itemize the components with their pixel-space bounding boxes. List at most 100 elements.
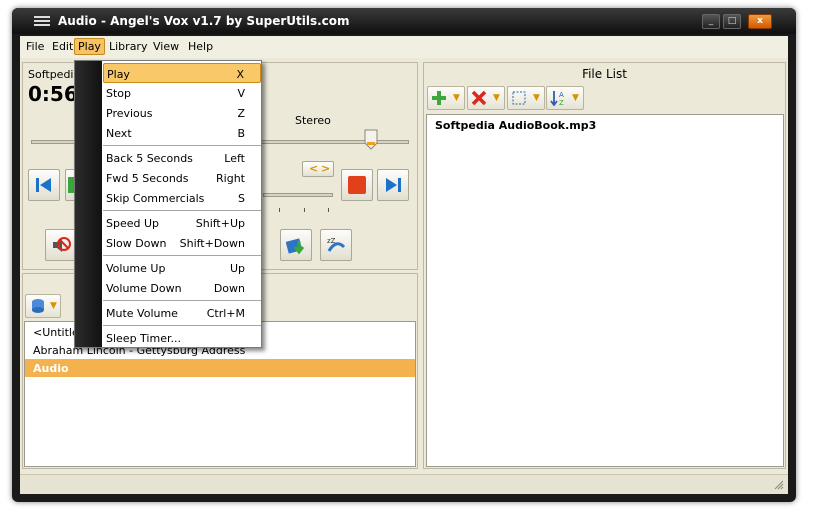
menu-item-shortcut: Left: [224, 152, 245, 165]
menu-separator: [103, 325, 261, 327]
menu-help[interactable]: Help: [188, 40, 213, 53]
menu-item-label: Slow Down: [106, 237, 167, 250]
close-button[interactable]: x: [748, 14, 772, 29]
svg-text:A: A: [559, 91, 564, 99]
menu-item-shortcut: Right: [216, 172, 245, 185]
bookmark-download-button[interactable]: [280, 229, 312, 261]
chevron-down-icon[interactable]: ▼: [533, 93, 540, 103]
time-display: 0:56: [28, 82, 78, 106]
menu-item-label: Stop: [106, 87, 132, 100]
menu-item-label: Play: [107, 68, 130, 81]
remove-file-button[interactable]: ▼: [467, 86, 505, 110]
chevron-down-icon[interactable]: ▼: [50, 301, 57, 311]
balance-control[interactable]: < >: [302, 161, 334, 177]
menu-item-fwd-5-seconds[interactable]: Fwd 5 Seconds Right: [103, 168, 261, 188]
menu-item-speed-up[interactable]: Speed Up Shift+Up: [103, 213, 261, 233]
menu-item-shortcut: B: [237, 127, 245, 140]
menu-item-volume-down[interactable]: Volume Down Down: [103, 278, 261, 298]
menu-item-label: Speed Up: [106, 217, 160, 230]
menu-item-shortcut: Z: [237, 107, 245, 120]
svg-text:Z: Z: [559, 99, 564, 106]
selection-icon: [512, 91, 526, 105]
menu-item-label: Skip Commercials: [106, 192, 205, 205]
menu-item-label: Next: [106, 127, 132, 140]
menu-file[interactable]: File: [26, 40, 44, 53]
maximize-button[interactable]: □: [723, 14, 741, 29]
menu-item-shortcut: Shift+Down: [179, 237, 245, 250]
file-list-item[interactable]: Softpedia AudioBook.mp3: [435, 119, 596, 132]
menu-separator: [103, 300, 261, 302]
status-bar: [20, 474, 788, 494]
system-menu-icon[interactable]: [34, 16, 50, 26]
menu-item-shortcut: Ctrl+M: [206, 307, 245, 320]
menu-item-sleep-timer[interactable]: Sleep Timer...: [103, 328, 261, 348]
menu-item-mute-volume[interactable]: Mute Volume Ctrl+M: [103, 303, 261, 323]
menu-item-play[interactable]: Play X: [103, 63, 261, 83]
menu-item-label: Volume Up: [106, 262, 166, 275]
next-button[interactable]: [377, 169, 409, 201]
menu-library[interactable]: Library: [109, 40, 147, 53]
menu-item-label: Back 5 Seconds: [106, 152, 193, 165]
resize-grip-icon[interactable]: [774, 480, 784, 490]
database-icon: [32, 299, 44, 313]
menu-separator: [103, 145, 261, 147]
title-bar[interactable]: Audio - Angel's Vox v1.7 by SuperUtils.c…: [12, 8, 796, 34]
add-file-button[interactable]: ▼: [427, 86, 465, 110]
select-button[interactable]: ▼: [507, 86, 545, 110]
menu-item-label: Volume Down: [106, 282, 182, 295]
menu-separator: [103, 210, 261, 212]
menu-edit[interactable]: Edit: [52, 40, 73, 53]
menu-play[interactable]: Play: [74, 38, 105, 55]
menu-item-stop[interactable]: Stop V: [103, 83, 261, 103]
menu-item-label: Previous: [106, 107, 153, 120]
menu-item-slow-down[interactable]: Slow Down Shift+Down: [103, 233, 261, 253]
delete-icon: [471, 90, 487, 106]
speed-tick: [279, 208, 280, 212]
menu-item-label: Fwd 5 Seconds: [106, 172, 189, 185]
menu-item-shortcut: Up: [229, 262, 245, 275]
sort-az-icon: AZ: [550, 91, 564, 106]
menu-item-label: Sleep Timer...: [106, 332, 181, 345]
balance-left-arrow[interactable]: <: [309, 162, 318, 175]
menu-bar: File Edit Play Library View Help: [20, 36, 788, 58]
menu-item-next[interactable]: Next B: [103, 123, 261, 143]
source-label: Softpedia: [28, 68, 81, 81]
file-list-title: File List: [582, 67, 627, 81]
channel-label: Stereo: [295, 114, 331, 127]
list-item-selected[interactable]: Audio: [25, 359, 415, 377]
minimize-button[interactable]: _: [702, 14, 720, 29]
menu-item-shortcut: S: [238, 192, 245, 205]
previous-button[interactable]: [28, 169, 60, 201]
sort-button[interactable]: AZ ▼: [546, 86, 584, 110]
menu-item-shortcut: X: [236, 68, 244, 81]
library-toolbar-button[interactable]: ▼: [25, 294, 61, 318]
menu-view[interactable]: View: [153, 40, 179, 53]
menu-item-shortcut: Down: [213, 282, 245, 295]
play-menu: Play X Stop V Previous Z Next B Back 5 S…: [74, 60, 262, 348]
list-item-label: Audio: [33, 362, 69, 375]
chevron-down-icon[interactable]: ▼: [453, 93, 460, 103]
speed-tick: [328, 208, 329, 212]
menu-item-skip-commercials[interactable]: Skip Commercials S: [103, 188, 261, 208]
menu-item-shortcut: V: [237, 87, 245, 100]
file-list-panel: File List ▼ ▼ ▼ AZ ▼ Softpedia AudioBook…: [423, 62, 786, 469]
chevron-down-icon[interactable]: ▼: [572, 93, 579, 103]
mute-button[interactable]: [45, 229, 77, 261]
menu-item-label: Mute Volume: [106, 307, 178, 320]
menu-icon-strip: [75, 61, 102, 347]
menu-separator: [103, 255, 261, 257]
window-title: Audio - Angel's Vox v1.7 by SuperUtils.c…: [58, 14, 350, 28]
stop-button[interactable]: [341, 169, 373, 201]
speed-slider[interactable]: [263, 193, 333, 197]
sort-sleep-button[interactable]: zZ: [320, 229, 352, 261]
menu-item-volume-up[interactable]: Volume Up Up: [103, 258, 261, 278]
menu-item-back-5-seconds[interactable]: Back 5 Seconds Left: [103, 148, 261, 168]
chevron-down-icon[interactable]: ▼: [493, 93, 500, 103]
menu-item-previous[interactable]: Previous Z: [103, 103, 261, 123]
menu-item-shortcut: Shift+Up: [195, 217, 245, 230]
balance-right-arrow[interactable]: >: [321, 162, 330, 175]
seek-thumb[interactable]: [364, 129, 378, 151]
plus-icon: [432, 91, 446, 105]
file-list[interactable]: Softpedia AudioBook.mp3: [426, 114, 784, 467]
speed-tick: [304, 208, 305, 212]
